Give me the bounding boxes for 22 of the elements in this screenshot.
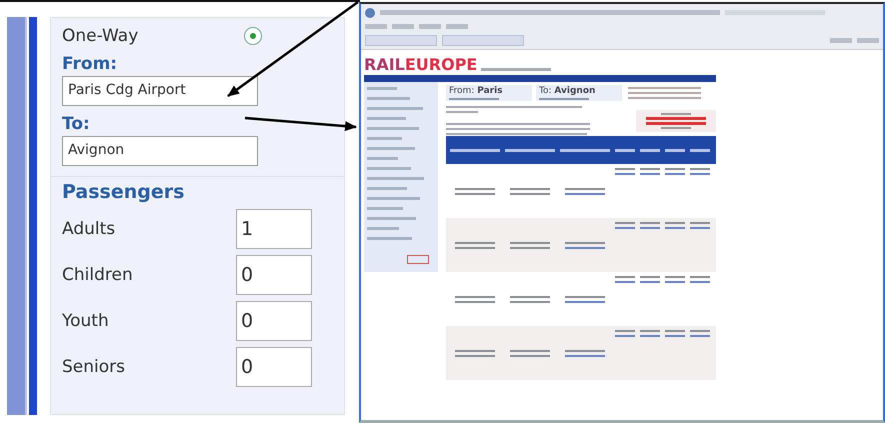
- tagline-drawing: [481, 68, 552, 71]
- passenger-type-label: Youth: [62, 311, 109, 331]
- passenger-count-field[interactable]: 0: [236, 301, 312, 341]
- passenger-type-label: Children: [62, 265, 133, 285]
- trip-type-label: One-Way: [62, 26, 138, 46]
- from-city: Paris: [477, 86, 503, 96]
- to-label: To:: [62, 114, 90, 134]
- from-label: From:: [449, 86, 474, 96]
- passenger-count-field[interactable]: 0: [236, 347, 312, 387]
- from-label: From:: [62, 54, 118, 74]
- logo-text: EUROPE: [404, 57, 478, 73]
- passenger-count-field[interactable]: 0: [236, 255, 312, 295]
- passengers-heading: Passengers: [62, 181, 184, 203]
- passenger-count-field[interactable]: 1: [236, 209, 312, 249]
- to-label: To:: [539, 86, 552, 96]
- passenger-type-label: Adults: [62, 219, 116, 239]
- to-city: Avignon: [554, 86, 596, 96]
- to-field[interactable]: Avignon: [62, 136, 258, 166]
- passenger-type-label: Seniors: [62, 357, 125, 377]
- from-field[interactable]: Paris Cdg Airport: [62, 76, 258, 106]
- one-way-radio[interactable]: [244, 27, 262, 45]
- logo-text: RAIL: [364, 57, 405, 73]
